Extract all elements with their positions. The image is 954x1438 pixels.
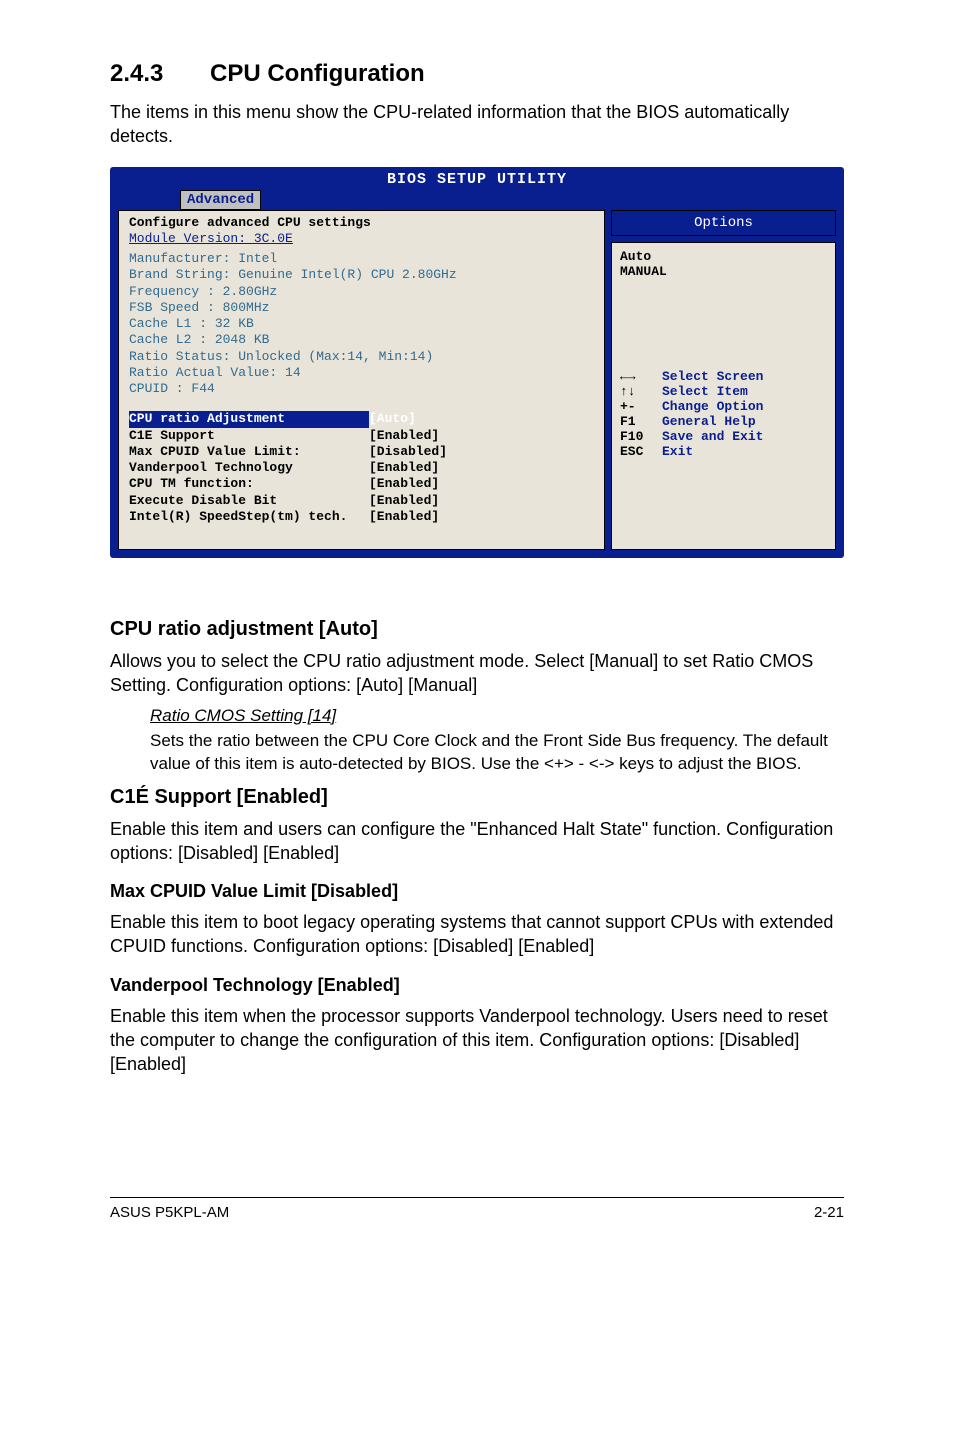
bios-info-line: CPUID : F44: [129, 381, 594, 397]
help-key: ESC: [620, 444, 662, 459]
bios-main-panel: Configure advanced CPU settings Module V…: [118, 210, 605, 551]
paragraph-cpu-ratio: Allows you to select the CPU ratio adjus…: [110, 649, 844, 698]
bios-setting-speedstep[interactable]: Intel(R) SpeedStep(tm) tech. [Enabled]: [129, 509, 594, 525]
help-row: ←→Select Screen: [620, 369, 827, 384]
bios-option[interactable]: Auto: [620, 249, 827, 264]
paragraph-vanderpool: Enable this item when the processor supp…: [110, 1004, 844, 1077]
help-key: ←→: [620, 369, 662, 384]
bios-setting-cpuid[interactable]: Max CPUID Value Limit: [Disabled]: [129, 444, 594, 460]
bios-info-line: Cache L2 : 2048 KB: [129, 332, 594, 348]
bios-info-line: FSB Speed : 800MHz: [129, 300, 594, 316]
bios-info-line: Ratio Actual Value: 14: [129, 365, 594, 381]
setting-label: C1E Support: [129, 428, 369, 444]
help-row: +-Change Option: [620, 399, 827, 414]
help-desc: Save and Exit: [662, 429, 763, 444]
page-footer: ASUS P5KPL-AM 2-21: [110, 1197, 844, 1221]
help-desc: Exit: [662, 444, 693, 459]
setting-value: [Enabled]: [369, 428, 439, 444]
bios-setting-tm[interactable]: CPU TM function: [Enabled]: [129, 476, 594, 492]
bios-setting-execute-disable[interactable]: Execute Disable Bit [Enabled]: [129, 493, 594, 509]
bios-tabbar: Advanced: [110, 188, 844, 210]
bios-info-line: Frequency : 2.80GHz: [129, 284, 594, 300]
help-key: ↑↓: [620, 384, 662, 399]
paragraph-c1e: Enable this item and users can configure…: [110, 817, 844, 866]
heading-c1e: C1É Support [Enabled]: [110, 786, 844, 809]
paragraph-cpuid: Enable this item to boot legacy operatin…: [110, 910, 844, 959]
sub-ratio-title: Ratio CMOS Setting [14]: [150, 706, 844, 726]
bios-tab-advanced[interactable]: Advanced: [180, 190, 261, 210]
help-row: F1General Help: [620, 414, 827, 429]
help-row: F10Save and Exit: [620, 429, 827, 444]
help-key: F1: [620, 414, 662, 429]
heading-cpu-ratio: CPU ratio adjustment [Auto]: [110, 618, 844, 641]
setting-label: CPU ratio Adjustment: [129, 411, 369, 427]
bios-options-header: Options: [611, 210, 836, 236]
footer-right: 2-21: [814, 1204, 844, 1221]
bios-module-version: Module Version: 3C.0E: [129, 231, 594, 247]
bios-option[interactable]: MANUAL: [620, 264, 827, 279]
help-key: +-: [620, 399, 662, 414]
setting-value: [Enabled]: [369, 509, 439, 525]
setting-label: CPU TM function:: [129, 476, 369, 492]
setting-label: Vanderpool Technology: [129, 460, 369, 476]
setting-value: [Enabled]: [369, 493, 439, 509]
help-desc: Select Item: [662, 384, 748, 399]
bios-left-heading: Configure advanced CPU settings: [129, 215, 594, 231]
footer-left: ASUS P5KPL-AM: [110, 1204, 229, 1221]
setting-value: [Disabled]: [369, 444, 447, 460]
help-row: ↑↓Select Item: [620, 384, 827, 399]
help-desc: Select Screen: [662, 369, 763, 384]
heading-cpuid: Max CPUID Value Limit [Disabled]: [110, 881, 844, 902]
sub-ratio-body: Sets the ratio between the CPU Core Cloc…: [150, 730, 844, 776]
bios-setting-cpu-ratio[interactable]: CPU ratio Adjustment [Auto]: [129, 411, 594, 427]
heading-vanderpool: Vanderpool Technology [Enabled]: [110, 975, 844, 996]
setting-value: [Auto]: [369, 411, 416, 427]
help-desc: Change Option: [662, 399, 763, 414]
bios-info-block: Manufacturer: Intel Brand String: Genuin…: [129, 251, 594, 397]
bios-help-block: ←→Select Screen ↑↓Select Item +-Change O…: [620, 369, 827, 459]
setting-label: Max CPUID Value Limit:: [129, 444, 369, 460]
bios-setting-c1e[interactable]: C1E Support [Enabled]: [129, 428, 594, 444]
sub-ratio-block: Ratio CMOS Setting [14] Sets the ratio b…: [110, 706, 844, 776]
bios-title: BIOS SETUP UTILITY: [110, 167, 844, 188]
help-key: F10: [620, 429, 662, 444]
section-title: CPU Configuration: [210, 60, 425, 87]
bios-info-line: Manufacturer: Intel: [129, 251, 594, 267]
bios-screenshot: BIOS SETUP UTILITY Advanced Configure ad…: [110, 167, 844, 559]
bios-info-line: Ratio Status: Unlocked (Max:14, Min:14): [129, 349, 594, 365]
section-number: 2.4.3: [110, 60, 210, 88]
setting-value: [Enabled]: [369, 460, 439, 476]
help-row: ESCExit: [620, 444, 827, 459]
help-desc: General Help: [662, 414, 756, 429]
setting-value: [Enabled]: [369, 476, 439, 492]
setting-label: Intel(R) SpeedStep(tm) tech.: [129, 509, 369, 525]
setting-label: Execute Disable Bit: [129, 493, 369, 509]
bios-info-line: Cache L1 : 32 KB: [129, 316, 594, 332]
section-heading: 2.4.3CPU Configuration: [110, 60, 844, 88]
bios-info-line: Brand String: Genuine Intel(R) CPU 2.80G…: [129, 267, 594, 283]
bios-options-panel: Auto MANUAL ←→Select Screen ↑↓Select Ite…: [611, 242, 836, 551]
bios-setting-vanderpool[interactable]: Vanderpool Technology [Enabled]: [129, 460, 594, 476]
bios-settings-block: CPU ratio Adjustment [Auto] C1E Support …: [129, 411, 594, 525]
section-intro: The items in this menu show the CPU-rela…: [110, 100, 844, 149]
